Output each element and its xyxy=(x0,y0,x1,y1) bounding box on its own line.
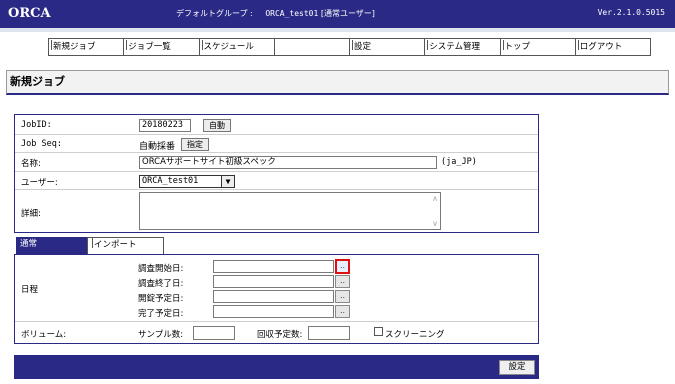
nav-label: ログアウト xyxy=(579,42,623,52)
nav-item-system-admin[interactable]: システム管理 xyxy=(425,39,501,55)
app-header: ORCA デフォルトグループ : ORCA_test01 [通常ユーザー] Ve… xyxy=(0,0,675,28)
app-version: Ver.2.1.0.5015 xyxy=(597,8,665,17)
user-select-value: ORCA_test01 xyxy=(142,176,199,186)
nav-item-settings[interactable]: 設定 xyxy=(350,39,426,55)
main-nav: 新規ジョブ ジョブ一覧 スケジュール 設定 システム管理 トップ ログアウト xyxy=(48,38,651,56)
nav-tick xyxy=(352,40,353,50)
unlock-date-input[interactable] xyxy=(213,290,334,303)
nav-tick xyxy=(502,40,504,50)
survey-start-calendar-button[interactable]: .. xyxy=(335,259,350,274)
schedule-panel: 日程 調査開始日: .. 調査終了日: .. 開錠予定日: .. 完了予定日: … xyxy=(14,254,539,344)
completion-date-label: 完了予定日: xyxy=(138,309,184,319)
nav-item-schedule[interactable]: スケジュール xyxy=(200,39,275,55)
nav-label: システム管理 xyxy=(429,42,480,52)
user-row: ユーザー: ORCA_test01 ▼ xyxy=(15,172,538,190)
name-row: 名称: ORCAサポートサイト初級スペック (ja_JP) xyxy=(15,153,538,172)
collect-count-input[interactable] xyxy=(308,326,350,340)
session-info: デフォルトグループ : ORCA_test01 [通常ユーザー] xyxy=(176,8,375,19)
form-footer: 設定 xyxy=(14,355,539,379)
current-user: ORCA_test01 xyxy=(265,9,319,18)
nav-label: スケジュール xyxy=(203,42,254,52)
nav-item-job-list[interactable]: ジョブ一覧 xyxy=(124,39,200,55)
jobid-row: JobID: 20180223 自動 xyxy=(15,115,538,135)
user-select[interactable]: ORCA_test01 ▼ xyxy=(139,175,235,188)
page-title: 新規ジョブ xyxy=(6,70,669,95)
name-input[interactable]: ORCAサポートサイト初級スペック xyxy=(139,156,437,169)
survey-end-label: 調査終了日: xyxy=(138,279,184,289)
unlock-date-label: 開錠予定日: xyxy=(138,294,184,304)
nav-item-empty xyxy=(275,39,350,55)
group-label: デフォルトグループ : xyxy=(176,9,253,18)
nav-label: トップ xyxy=(504,42,531,52)
nav-tick xyxy=(201,40,203,50)
nav-tick xyxy=(577,40,579,50)
tab-import[interactable]: インポート xyxy=(87,237,164,254)
details-row: 詳細: ∧ ∨ xyxy=(15,190,538,233)
scroll-up-icon[interactable]: ∧ xyxy=(432,194,438,203)
scroll-down-icon[interactable]: ∨ xyxy=(432,219,438,228)
survey-start-input[interactable] xyxy=(213,260,334,273)
name-label: 名称: xyxy=(21,159,41,169)
nav-item-top[interactable]: トップ xyxy=(501,39,576,55)
jobseq-specify-button[interactable]: 指定 xyxy=(181,138,209,151)
completion-date-calendar-button[interactable]: .. xyxy=(335,305,350,318)
tab-import-label: インポート xyxy=(94,240,137,250)
unlock-date-calendar-button[interactable]: .. xyxy=(335,290,350,303)
job-form-panel: JobID: 20180223 自動 Job Seq: 自動採番 指定 名称: … xyxy=(14,114,539,233)
divider xyxy=(15,321,538,322)
schedule-label: 日程 xyxy=(21,285,39,295)
collect-count-label: 回収予定数: xyxy=(257,330,303,340)
tab-normal[interactable]: 通常 xyxy=(16,237,87,254)
jobseq-label: Job Seq: xyxy=(21,139,62,149)
jobid-input[interactable]: 20180223 xyxy=(139,119,191,132)
jobseq-row: Job Seq: 自動採番 指定 xyxy=(15,135,538,153)
survey-end-calendar-button[interactable]: .. xyxy=(335,275,350,288)
completion-date-input[interactable] xyxy=(213,305,334,318)
user-role: [通常ユーザー] xyxy=(320,9,375,18)
header-underline xyxy=(0,28,675,32)
nav-item-new-job[interactable]: 新規ジョブ xyxy=(49,39,125,55)
nav-tick xyxy=(51,40,52,50)
app-logo[interactable]: ORCA xyxy=(8,6,51,21)
volume-label: ボリューム: xyxy=(21,330,67,340)
jobseq-value: 自動採番 xyxy=(139,142,176,152)
tab-tick xyxy=(92,238,93,248)
nav-label: ジョブ一覧 xyxy=(128,42,171,52)
jobid-auto-button[interactable]: 自動 xyxy=(203,119,231,132)
survey-start-label: 調査開始日: xyxy=(138,264,184,274)
user-label: ユーザー: xyxy=(21,178,58,188)
jobid-label: JobID: xyxy=(21,120,52,130)
details-textarea[interactable]: ∧ ∨ xyxy=(139,192,441,230)
nav-label: 設定 xyxy=(354,42,372,52)
save-button[interactable]: 設定 xyxy=(499,360,535,375)
details-label: 詳細: xyxy=(21,209,41,219)
screening-label: スクリーニング xyxy=(385,330,445,340)
nav-item-logout[interactable]: ログアウト xyxy=(576,39,650,55)
name-locale: (ja_JP) xyxy=(441,157,477,167)
screening-checkbox[interactable] xyxy=(374,327,383,336)
nav-label: 新規ジョブ xyxy=(53,42,96,52)
sample-count-input[interactable] xyxy=(193,326,235,340)
survey-end-input[interactable] xyxy=(213,275,334,288)
chevron-down-icon[interactable]: ▼ xyxy=(221,176,234,187)
sample-count-label: サンプル数: xyxy=(138,330,184,340)
